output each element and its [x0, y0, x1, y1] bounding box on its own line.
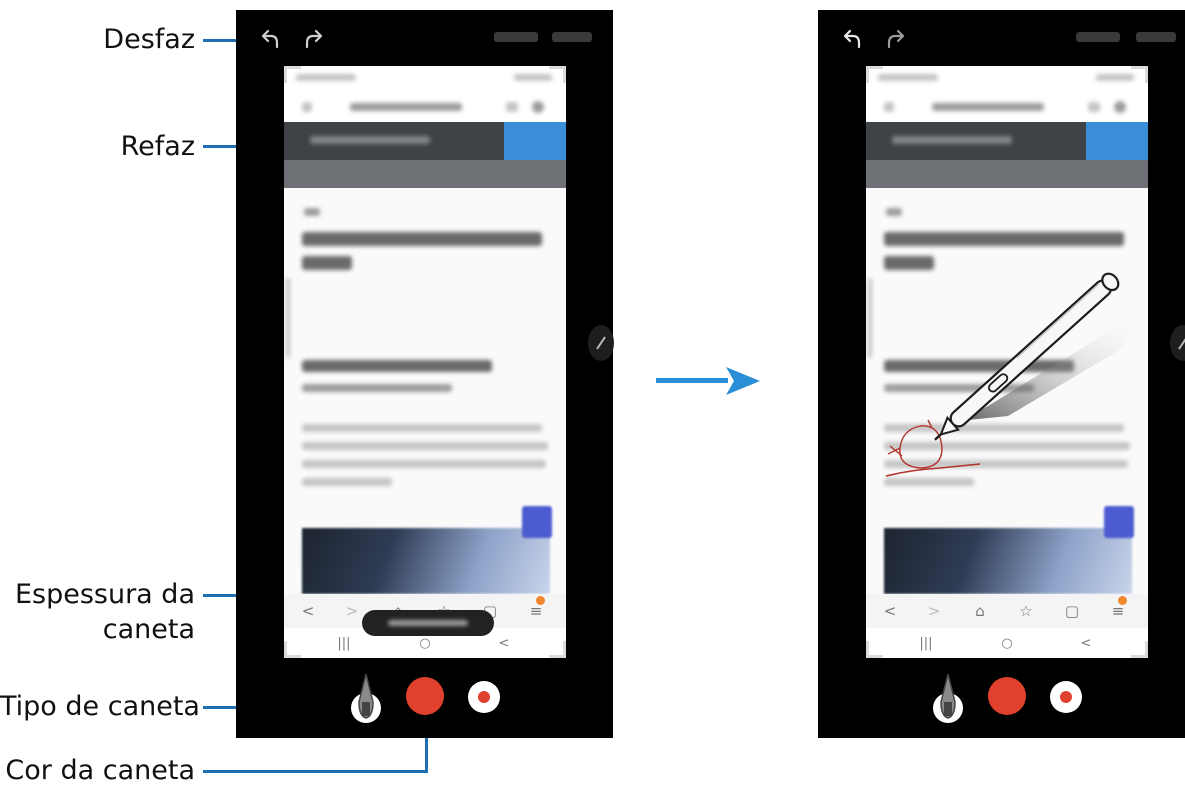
page-nav-strip [284, 160, 566, 188]
s-pen-illustration [934, 272, 1148, 441]
pen-color-button[interactable] [988, 677, 1026, 715]
top-bar-action-2[interactable] [1136, 32, 1176, 42]
banner-cta [1086, 122, 1148, 160]
pen-color-callout-label: Cor da caneta [5, 755, 195, 786]
undo-callout-label: Desfaz [103, 24, 195, 55]
url-bar [866, 90, 1148, 122]
phone-screen-after: < > ⌂ ☆ ▢ ≡ ||| ○ < [818, 10, 1185, 738]
top-bar-action-1[interactable] [1076, 32, 1120, 42]
phone-screen-before: < > ⌂ ☆ ▢ ≡ ||| ○ < [236, 10, 614, 738]
pen-thickness-button[interactable] [1050, 681, 1082, 713]
pen-type-callout-label: Tipo de caneta [0, 691, 200, 722]
page-banner [866, 122, 1148, 160]
tabs-icon: ▢ [1064, 602, 1080, 620]
pen-type-button[interactable] [349, 672, 383, 724]
banner-cta [504, 122, 566, 160]
pen-type-button[interactable] [931, 672, 965, 724]
article-image [302, 528, 550, 594]
crop-corner-tl[interactable] [284, 66, 301, 83]
edit-handle-icon[interactable] [588, 325, 614, 361]
home-button-icon: ○ [1001, 636, 1013, 651]
redo-icon[interactable] [884, 26, 910, 52]
status-bar [866, 66, 1148, 90]
pen-color-callout-line-h [203, 770, 428, 773]
captured-screenshot: < > ⌂ ☆ ▢ ≡ ||| ○ < [284, 66, 566, 658]
scroll-capture-tooltip[interactable] [362, 610, 494, 636]
system-nav-bar: ||| ○ < [866, 628, 1148, 658]
floating-square [1104, 506, 1134, 538]
forward-icon: > [345, 602, 359, 620]
top-bar-action-1[interactable] [494, 32, 538, 42]
bookmark-icon: ☆ [1019, 602, 1033, 620]
crop-corner-bl[interactable] [866, 641, 883, 658]
back-button-icon: < [1080, 636, 1092, 651]
crop-corner-br[interactable] [1131, 641, 1148, 658]
page-nav-strip [866, 160, 1148, 188]
browser-bottom-bar: < > ⌂ ☆ ▢ ≡ [866, 594, 1148, 628]
thickness-callout-label-2: caneta [102, 614, 195, 645]
floating-square [522, 506, 552, 538]
pen-color-button[interactable] [406, 677, 444, 715]
recents-icon: ||| [919, 636, 933, 651]
crop-corner-bl[interactable] [284, 641, 301, 658]
undo-icon[interactable] [256, 26, 282, 52]
url-bar [284, 90, 566, 122]
undo-icon[interactable] [838, 26, 864, 52]
home-icon: ⌂ [975, 602, 985, 620]
status-bar [284, 66, 566, 90]
top-bar-action-2[interactable] [552, 32, 592, 42]
edit-top-bar [236, 10, 613, 68]
redo-callout-label: Refaz [120, 131, 195, 162]
notification-dot [536, 596, 545, 605]
drawing-toolbar [818, 662, 1185, 738]
redo-icon[interactable] [302, 26, 328, 52]
menu-icon: ≡ [529, 602, 543, 620]
pen-thickness-button[interactable] [468, 681, 500, 713]
article-image [884, 528, 1132, 594]
edit-handle-icon[interactable] [1170, 325, 1185, 361]
right-arrow-icon [656, 367, 760, 395]
thickness-callout-label-1: Espessura da [14, 579, 195, 610]
drawing-toolbar [236, 662, 613, 738]
crop-corner-tr[interactable] [549, 66, 566, 83]
forward-icon: > [927, 602, 941, 620]
crop-corner-br[interactable] [549, 641, 566, 658]
recents-icon: ||| [337, 636, 351, 651]
back-button-icon: < [498, 636, 510, 651]
back-icon: < [883, 602, 897, 620]
notification-dot [1118, 596, 1127, 605]
crop-corner-tr[interactable] [1131, 66, 1148, 83]
crop-corner-tl[interactable] [866, 66, 883, 83]
home-button-icon: ○ [419, 636, 431, 651]
page-banner [284, 122, 566, 160]
edit-top-bar [818, 10, 1185, 68]
menu-icon: ≡ [1111, 602, 1125, 620]
back-icon: < [301, 602, 315, 620]
